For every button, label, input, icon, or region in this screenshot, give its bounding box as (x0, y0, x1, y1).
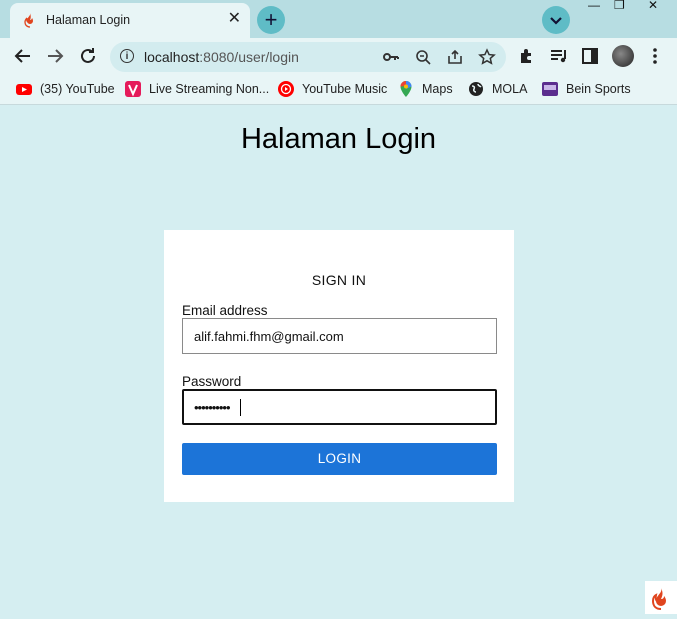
text-caret (240, 399, 241, 416)
bookmarks-bar: (35) YouTube Live Streaming Non... YouTu… (0, 74, 677, 105)
tab-search-button[interactable] (542, 6, 570, 34)
browser-toolbar: i localhost:8080/user/login (0, 38, 677, 74)
side-panel-icon[interactable] (580, 46, 600, 66)
key-icon[interactable] (382, 48, 400, 66)
email-label: Email address (182, 303, 268, 318)
url-text: localhost:8080/user/login (144, 49, 299, 65)
close-window-button[interactable]: ✕ (648, 0, 658, 12)
tab-strip: Halaman Login ✕ + — ❐ ✕ (0, 0, 677, 38)
password-value: •••••••••• (194, 400, 231, 415)
reload-icon[interactable] (77, 45, 99, 67)
youtube-icon (16, 84, 32, 95)
profile-avatar[interactable] (612, 45, 634, 67)
bookmark-youtube-music[interactable]: YouTube Music (278, 80, 387, 98)
bookmark-bein-sports[interactable]: Bein Sports (542, 80, 631, 98)
login-button[interactable]: LOGIN (182, 443, 497, 475)
bookmark-mola[interactable]: MOLA (468, 80, 527, 98)
bookmark-live-streaming[interactable]: Live Streaming Non... (125, 80, 269, 98)
sign-in-title: SIGN IN (311, 272, 367, 288)
email-field[interactable]: alif.fahmi.fhm@gmail.com (182, 318, 497, 354)
bookmark-maps[interactable]: Maps (398, 80, 453, 98)
tab-halaman-login[interactable]: Halaman Login ✕ (10, 3, 250, 38)
login-card: SIGN IN Email address alif.fahmi.fhm@gma… (164, 230, 514, 502)
youtube-music-icon (278, 81, 294, 97)
page-title: Halaman Login (240, 123, 437, 155)
maximize-button[interactable]: ❐ (614, 0, 625, 12)
back-arrow-icon[interactable] (12, 45, 34, 67)
tab-close-icon[interactable]: ✕ (228, 10, 241, 28)
media-control-icon[interactable] (549, 46, 569, 66)
password-field[interactable]: •••••••••• (182, 389, 497, 425)
browser-chrome: Halaman Login ✕ + — ❐ ✕ i localhost:8080… (0, 0, 677, 105)
codeigniter-flame-icon (24, 13, 33, 28)
vidio-icon (125, 81, 141, 97)
more-menu-icon[interactable] (645, 46, 665, 66)
site-info-icon[interactable]: i (120, 49, 134, 63)
codeigniter-debug-toolbar-button[interactable] (645, 581, 677, 614)
extensions-icon[interactable] (517, 46, 537, 66)
bein-sports-icon (542, 82, 558, 96)
google-maps-icon (400, 81, 412, 97)
forward-arrow-icon[interactable] (44, 45, 66, 67)
page-content: Halaman Login SIGN IN Email address alif… (0, 105, 677, 618)
address-bar[interactable]: i localhost:8080/user/login (110, 42, 506, 72)
password-label: Password (182, 374, 242, 389)
minimize-button[interactable]: — (588, 0, 600, 12)
share-icon[interactable] (446, 48, 464, 66)
globe-icon (469, 82, 483, 96)
email-value: alif.fahmi.fhm@gmail.com (194, 329, 344, 344)
bookmark-youtube[interactable]: (35) YouTube (16, 80, 115, 98)
bookmark-star-icon[interactable] (478, 48, 496, 66)
codeigniter-flame-icon (651, 588, 666, 610)
chevron-down-icon (550, 17, 562, 25)
tab-title: Halaman Login (46, 13, 131, 27)
new-tab-button[interactable]: + (257, 6, 285, 34)
zoom-icon[interactable] (414, 48, 432, 66)
